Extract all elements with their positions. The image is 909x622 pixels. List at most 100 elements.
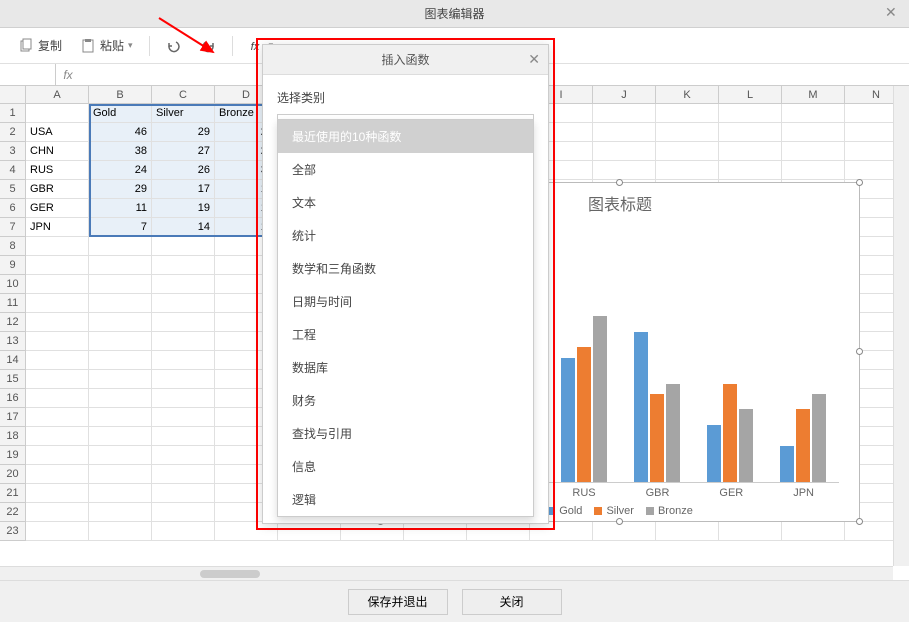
row-header[interactable]: 9 — [0, 256, 26, 275]
dropdown-option[interactable]: 日期与时间 — [278, 285, 533, 318]
cell[interactable] — [89, 332, 152, 351]
cell[interactable] — [26, 370, 89, 389]
name-box[interactable] — [0, 64, 56, 85]
cell[interactable] — [593, 522, 656, 541]
cell[interactable] — [656, 104, 719, 123]
cell[interactable]: JPN — [26, 218, 89, 237]
row-header[interactable]: 17 — [0, 408, 26, 427]
cell[interactable]: 29 — [89, 180, 152, 199]
row-header[interactable]: 14 — [0, 351, 26, 370]
column-header[interactable]: K — [656, 86, 719, 104]
cell[interactable]: 17 — [152, 180, 215, 199]
dropdown-option[interactable]: 最近使用的10种函数 — [278, 120, 533, 153]
cell[interactable] — [719, 522, 782, 541]
cell[interactable]: CHN — [26, 142, 89, 161]
row-header[interactable]: 12 — [0, 313, 26, 332]
cell[interactable] — [26, 237, 89, 256]
row-header[interactable]: 15 — [0, 370, 26, 389]
window-close-icon[interactable]: ✕ — [885, 4, 901, 20]
cell[interactable] — [26, 313, 89, 332]
cell[interactable] — [152, 465, 215, 484]
vertical-scrollbar[interactable] — [893, 86, 909, 566]
cell[interactable] — [26, 427, 89, 446]
cell[interactable] — [89, 522, 152, 541]
row-header[interactable]: 7 — [0, 218, 26, 237]
cell[interactable] — [656, 522, 719, 541]
cell[interactable] — [152, 503, 215, 522]
column-header[interactable]: J — [593, 86, 656, 104]
resize-handle[interactable] — [856, 179, 863, 186]
cell[interactable]: RUS — [26, 161, 89, 180]
cell[interactable] — [152, 484, 215, 503]
cell[interactable] — [719, 161, 782, 180]
cell[interactable]: 14 — [152, 218, 215, 237]
cell[interactable] — [656, 123, 719, 142]
cell[interactable] — [89, 256, 152, 275]
resize-handle[interactable] — [856, 518, 863, 525]
cell[interactable]: 24 — [89, 161, 152, 180]
row-header[interactable]: 21 — [0, 484, 26, 503]
cell[interactable] — [593, 161, 656, 180]
cell[interactable] — [593, 104, 656, 123]
cell[interactable] — [152, 256, 215, 275]
cell[interactable]: 19 — [152, 199, 215, 218]
cell[interactable] — [89, 351, 152, 370]
row-header[interactable]: 18 — [0, 427, 26, 446]
close-button[interactable]: 关闭 — [462, 589, 562, 615]
paste-button[interactable]: 粘贴 ▾ — [74, 33, 139, 58]
cell[interactable] — [89, 237, 152, 256]
save-exit-button[interactable]: 保存并退出 — [348, 589, 448, 615]
row-header[interactable]: 13 — [0, 332, 26, 351]
cell[interactable]: 26 — [152, 161, 215, 180]
cell[interactable] — [152, 408, 215, 427]
cell[interactable] — [782, 123, 845, 142]
cell[interactable] — [152, 313, 215, 332]
cell[interactable] — [89, 370, 152, 389]
cell[interactable] — [89, 408, 152, 427]
cell[interactable] — [89, 503, 152, 522]
cell[interactable] — [782, 104, 845, 123]
row-header[interactable]: 4 — [0, 161, 26, 180]
dialog-close-icon[interactable]: ✕ — [528, 51, 540, 68]
row-header[interactable]: 11 — [0, 294, 26, 313]
cell[interactable] — [782, 522, 845, 541]
cell[interactable] — [26, 332, 89, 351]
cell[interactable] — [719, 142, 782, 161]
cell[interactable] — [89, 313, 152, 332]
cell[interactable] — [89, 465, 152, 484]
row-header[interactable]: 22 — [0, 503, 26, 522]
cell[interactable] — [89, 446, 152, 465]
column-header[interactable]: L — [719, 86, 782, 104]
copy-button[interactable]: 复制 — [12, 33, 68, 58]
cell[interactable] — [26, 503, 89, 522]
cell[interactable] — [89, 427, 152, 446]
dropdown-option[interactable]: 查找与引用 — [278, 417, 533, 450]
cell[interactable] — [152, 294, 215, 313]
dropdown-option[interactable]: 信息 — [278, 450, 533, 483]
dropdown-option[interactable]: 文本 — [278, 186, 533, 219]
dropdown-option[interactable]: 工程 — [278, 318, 533, 351]
cell[interactable]: 29 — [152, 123, 215, 142]
cell[interactable] — [26, 484, 89, 503]
row-header[interactable]: 23 — [0, 522, 26, 541]
cell[interactable] — [89, 294, 152, 313]
cell[interactable] — [89, 484, 152, 503]
cell[interactable] — [26, 351, 89, 370]
row-header[interactable]: 20 — [0, 465, 26, 484]
cell[interactable]: 7 — [89, 218, 152, 237]
cell[interactable] — [89, 275, 152, 294]
dropdown-option[interactable]: 全部 — [278, 153, 533, 186]
dropdown-option[interactable]: 统计 — [278, 219, 533, 252]
horizontal-scrollbar[interactable] — [0, 566, 893, 580]
redo-button[interactable] — [194, 34, 222, 58]
column-header[interactable]: A — [26, 86, 89, 104]
dropdown-option[interactable]: 逻辑 — [278, 483, 533, 516]
cell[interactable]: 11 — [89, 199, 152, 218]
cell[interactable] — [719, 123, 782, 142]
cell[interactable] — [26, 408, 89, 427]
row-header[interactable]: 5 — [0, 180, 26, 199]
cell[interactable] — [782, 142, 845, 161]
cell[interactable] — [152, 427, 215, 446]
dropdown-option[interactable]: 财务 — [278, 384, 533, 417]
cell[interactable]: GBR — [26, 180, 89, 199]
